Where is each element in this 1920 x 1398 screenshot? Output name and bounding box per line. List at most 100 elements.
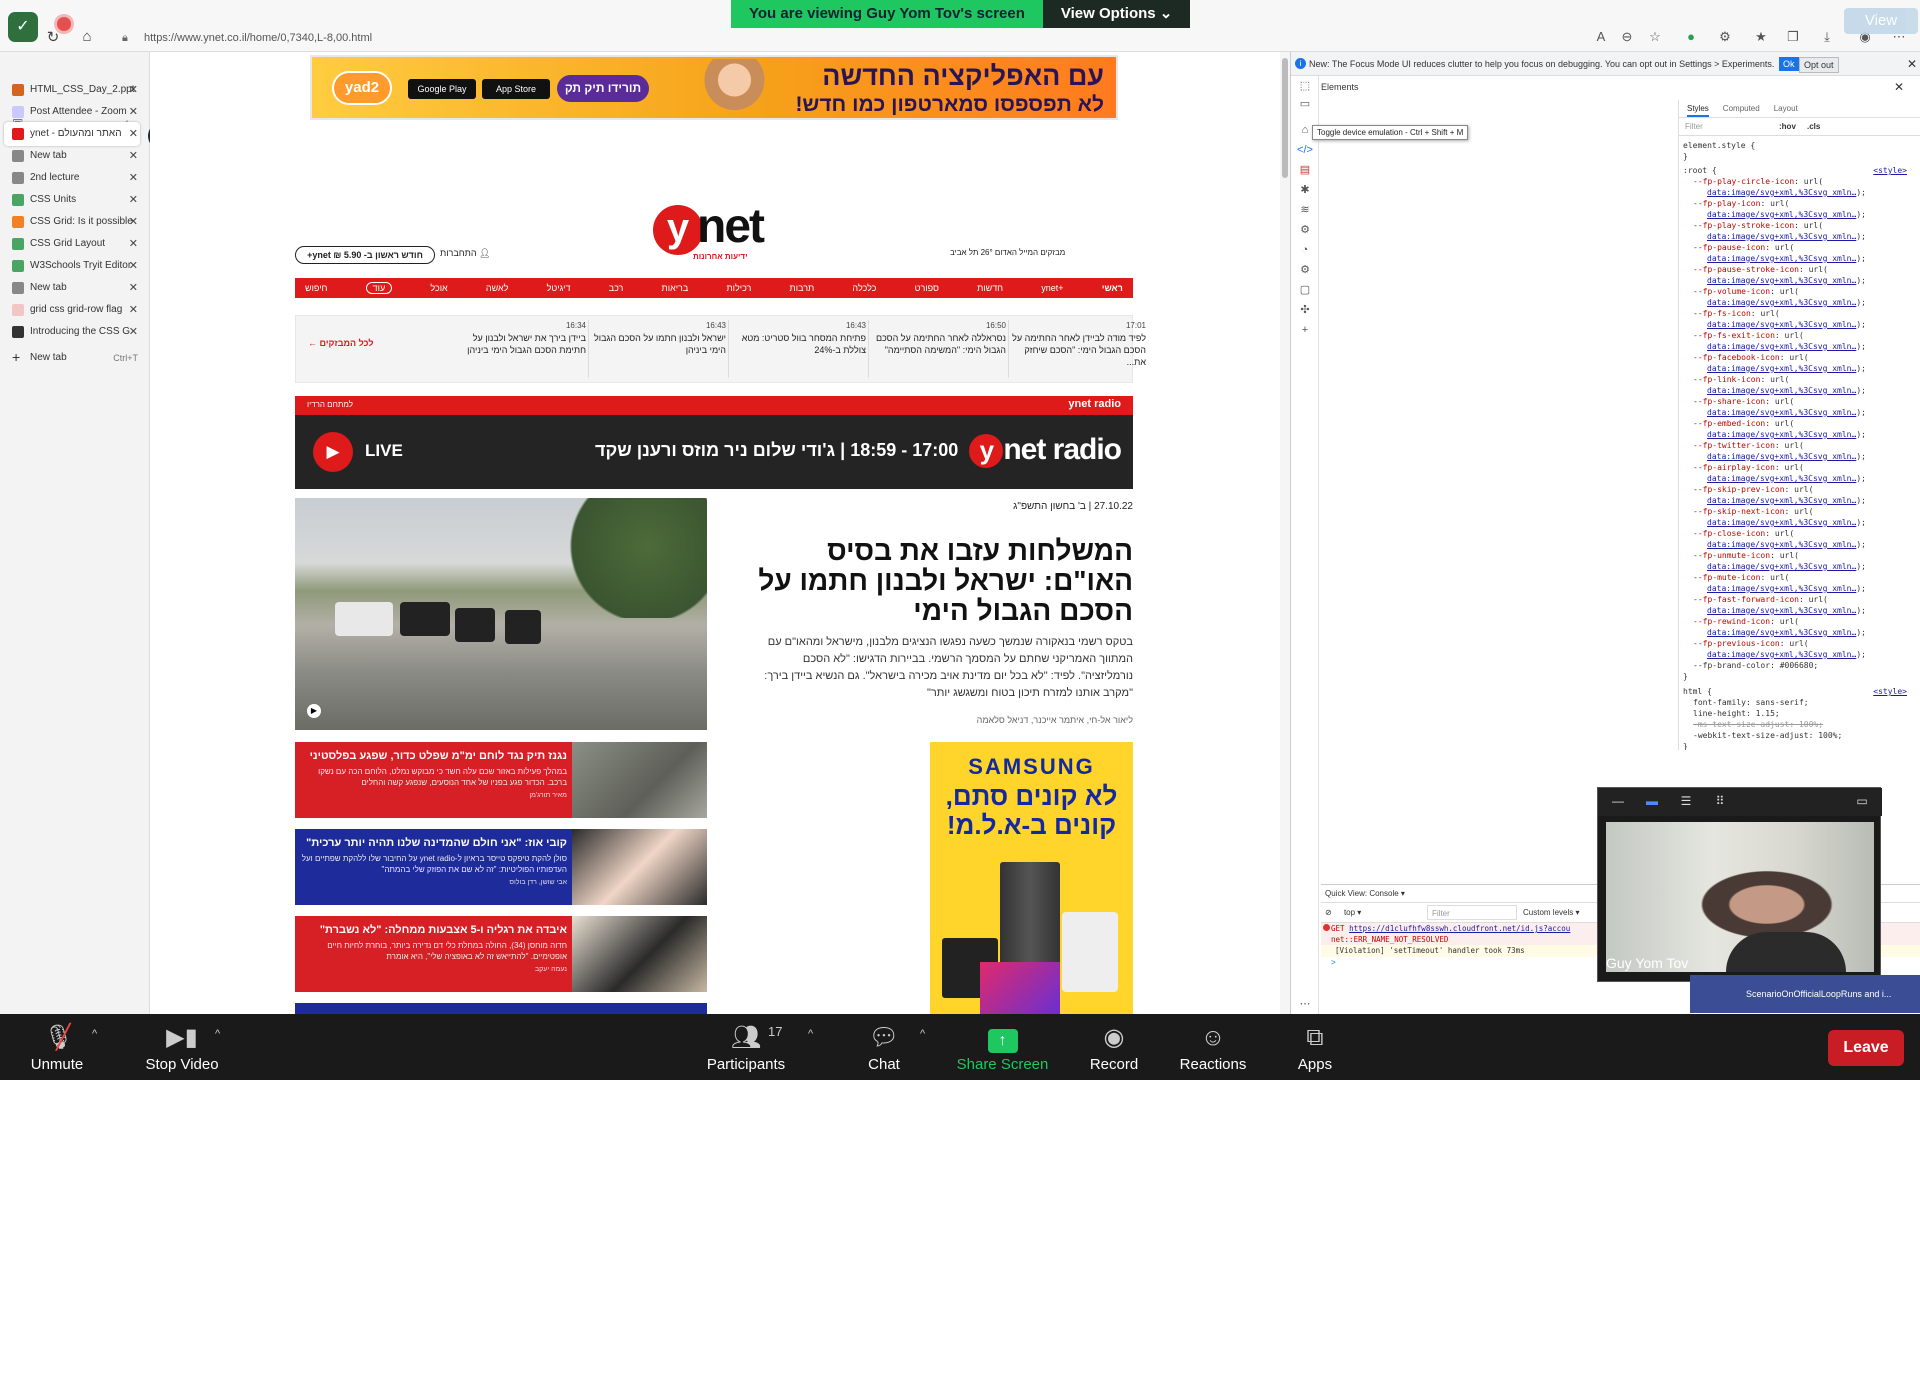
extension-green-icon[interactable]: ● xyxy=(1682,29,1700,44)
browser-tab[interactable]: CSS Grid Layout ✕ xyxy=(4,232,140,256)
reactions-button[interactable]: ☺︎ Reactions xyxy=(1175,1024,1251,1073)
nav-item[interactable]: ראשי xyxy=(1102,283,1123,293)
nav-item[interactable]: תרבות xyxy=(790,283,815,293)
strip-view-icon[interactable]: ☰ xyxy=(1678,794,1694,808)
chat-options-caret[interactable]: ^ xyxy=(920,1028,925,1040)
add-tool-icon[interactable]: + xyxy=(1297,322,1313,338)
styles-tab[interactable]: Layout xyxy=(1774,100,1798,117)
leave-button[interactable]: Leave xyxy=(1828,1030,1904,1066)
data-uri-link[interactable]: data:image/svg+xml,%3Csvg xmln… xyxy=(1707,430,1856,439)
browser-tab[interactable]: Introducing the CSS G ✕ xyxy=(4,320,140,344)
nav-item[interactable]: אוכל xyxy=(430,283,447,293)
unmute-button[interactable]: 🎙︎╱ Unmute xyxy=(24,1024,90,1073)
read-aloud-icon[interactable]: A xyxy=(1592,29,1610,44)
cls-toggle[interactable]: .cls xyxy=(1807,118,1820,136)
network-icon[interactable]: ≋ xyxy=(1297,202,1313,218)
browser-tab[interactable]: W3Schools Tryit Editor ✕ xyxy=(4,254,140,278)
data-uri-link[interactable]: data:image/svg+xml,%3Csvg xmln… xyxy=(1707,474,1856,483)
extensions-icon[interactable]: ✣ xyxy=(1297,302,1313,318)
ynet-logo[interactable]: y net ידיעות אחרונות xyxy=(653,200,771,265)
style-source-link[interactable]: <style> xyxy=(1873,686,1907,697)
gallery-view-icon[interactable]: ⠿ xyxy=(1712,794,1728,808)
chat-button[interactable]: 💬︎ Chat xyxy=(858,1024,910,1073)
info-ok-button[interactable]: Ok xyxy=(1779,57,1799,71)
browser-tab[interactable]: grid css grid-row flag ✕ xyxy=(4,298,140,322)
tab-close-icon[interactable]: ✕ xyxy=(129,232,138,256)
apps-button[interactable]: ⧉ Apps xyxy=(1290,1024,1340,1073)
login-link[interactable]: התחברות 👤︎ xyxy=(440,248,491,259)
minimize-icon[interactable]: — xyxy=(1610,794,1626,808)
application-icon[interactable]: ▢ xyxy=(1297,282,1313,298)
data-uri-link[interactable]: data:image/svg+xml,%3Csvg xmln… xyxy=(1707,496,1856,505)
flash-item[interactable]: 17:01 לפיד מודה לביידן לאחר החתימה על הסכ… xyxy=(1008,320,1150,378)
data-uri-link[interactable]: data:image/svg+xml,%3Csvg xmln… xyxy=(1707,540,1856,549)
all-flashes-link[interactable]: ← לכל המבזקים xyxy=(308,338,374,348)
data-uri-link[interactable]: data:image/svg+xml,%3Csvg xmln… xyxy=(1707,320,1856,329)
browser-tab[interactable]: CSS Grid: Is it possible ✕ xyxy=(4,210,140,234)
nav-item[interactable]: עוד xyxy=(365,282,393,294)
record-button[interactable]: ◉ Record xyxy=(1083,1024,1145,1073)
video-play-icon[interactable]: ▶ xyxy=(307,704,321,718)
home-icon[interactable]: ⌂ xyxy=(76,28,98,45)
nav-item[interactable]: חיפוש xyxy=(305,283,327,293)
tab-close-icon[interactable]: ✕ xyxy=(129,122,138,146)
tab-close-icon[interactable]: ✕ xyxy=(129,100,138,124)
console-icon[interactable]: ▤ xyxy=(1297,162,1313,178)
data-uri-link[interactable]: data:image/svg+xml,%3Csvg xmln… xyxy=(1707,298,1856,307)
radio-hub-link[interactable]: למתחם הרדיו xyxy=(307,400,353,409)
zoom-icon[interactable]: ⊖ xyxy=(1618,29,1636,45)
data-uri-link[interactable]: data:image/svg+xml,%3Csvg xmln… xyxy=(1707,210,1856,219)
tab-close-icon[interactable]: ✕ xyxy=(129,276,138,300)
tab-close-icon[interactable]: ✕ xyxy=(129,298,138,322)
data-uri-link[interactable]: data:image/svg+xml,%3Csvg xmln… xyxy=(1707,650,1856,659)
new-tab-button[interactable]: + New tab Ctrl+T xyxy=(4,346,140,370)
participants-options-caret[interactable]: ^ xyxy=(808,1028,813,1040)
data-uri-link[interactable]: data:image/svg+xml,%3Csvg xmln… xyxy=(1707,276,1856,285)
browser-tab[interactable]: Post Attendee - Zoom ✕ xyxy=(4,100,140,124)
view-options-button[interactable]: View Options ⌄ xyxy=(1042,0,1191,28)
data-uri-link[interactable]: data:image/svg+xml,%3Csvg xmln… xyxy=(1707,584,1856,593)
welcome-icon[interactable]: ⌂ xyxy=(1297,122,1313,138)
collections-icon[interactable]: ❐ xyxy=(1784,29,1802,45)
console-filter[interactable]: Filter xyxy=(1427,905,1517,920)
memory-icon[interactable]: ◔ xyxy=(1297,242,1313,258)
browser-tab[interactable]: New tab ✕ xyxy=(4,276,140,300)
browser-tab[interactable]: HTML_CSS_Day_2.ppt ✕ xyxy=(4,78,140,102)
flash-item[interactable]: 16:43 פתיחת המסחר בוול סטריט: מטא צוללת ב… xyxy=(728,320,870,378)
error-url[interactable]: https://d1clufhfw8sswh.cloudfront.net/id… xyxy=(1349,924,1570,933)
elements-icon[interactable]: </> xyxy=(1297,142,1313,158)
close-icon[interactable]: ✕ xyxy=(1907,52,1917,76)
settings-icon[interactable]: ⚙ xyxy=(1297,262,1313,278)
styles-filter-input[interactable]: Filter xyxy=(1685,122,1703,131)
story-card[interactable]: נגנז תיק נגד לוחם ימ"מ שפלט כדור, שפגע ב… xyxy=(295,742,707,818)
tab-close-icon[interactable]: ✕ xyxy=(129,188,138,212)
video-thumbnail-window[interactable]: — ▬ ☰ ⠿ ▭ Guy Yom Tov xyxy=(1597,787,1882,982)
story-card-partial[interactable] xyxy=(295,1003,707,1014)
scenario-notification[interactable]: ScenarioOnOfficialLoopRuns and i... xyxy=(1690,975,1920,1013)
inspect-icon[interactable]: ⬚ xyxy=(1297,78,1313,94)
nav-item[interactable]: דיגיטל xyxy=(547,283,571,293)
samsung-ad[interactable]: SAMSUNG לא קונים סתם, קונים ב-א.ל.מ! xyxy=(930,742,1133,1014)
flash-item[interactable]: 16:50 נסראללה לאחר החתימה על הסכם הגבול ה… xyxy=(868,320,1010,378)
data-uri-link[interactable]: data:image/svg+xml,%3Csvg xmln… xyxy=(1707,628,1856,637)
view-button[interactable]: View xyxy=(1844,8,1918,34)
nav-item[interactable]: ynet+ xyxy=(1041,283,1063,293)
tab-close-icon[interactable]: ✕ xyxy=(129,78,138,102)
speaker-view-icon[interactable]: ▬ xyxy=(1644,794,1660,808)
page-scrollbar[interactable] xyxy=(1280,52,1290,1014)
data-uri-link[interactable]: data:image/svg+xml,%3Csvg xmln… xyxy=(1707,386,1856,395)
data-uri-link[interactable]: data:image/svg+xml,%3Csvg xmln… xyxy=(1707,606,1856,615)
fullscreen-icon[interactable]: ▭ xyxy=(1854,794,1870,808)
browser-tab[interactable]: ynet - האתר ומהעולם ✕ xyxy=(4,122,140,146)
top-banner-ad[interactable]: yad2 Google Play App Store תורידו תיק תק… xyxy=(310,55,1118,120)
device-emulation-icon[interactable]: ▭ xyxy=(1297,96,1313,112)
browser-tab[interactable]: New tab ✕ xyxy=(4,144,140,168)
shield-icon[interactable]: ✓ xyxy=(8,12,38,42)
browser-tab[interactable]: CSS Units ✕ xyxy=(4,188,140,212)
data-uri-link[interactable]: data:image/svg+xml,%3Csvg xmln… xyxy=(1707,342,1856,351)
app-store-badge[interactable]: App Store xyxy=(482,79,550,99)
share-screen-button[interactable]: ↑ Share Screen xyxy=(955,1024,1050,1073)
video-options-caret[interactable]: ^ xyxy=(215,1028,220,1040)
nav-item[interactable]: בריאות xyxy=(662,283,689,293)
nav-item[interactable]: רכב xyxy=(609,283,624,293)
